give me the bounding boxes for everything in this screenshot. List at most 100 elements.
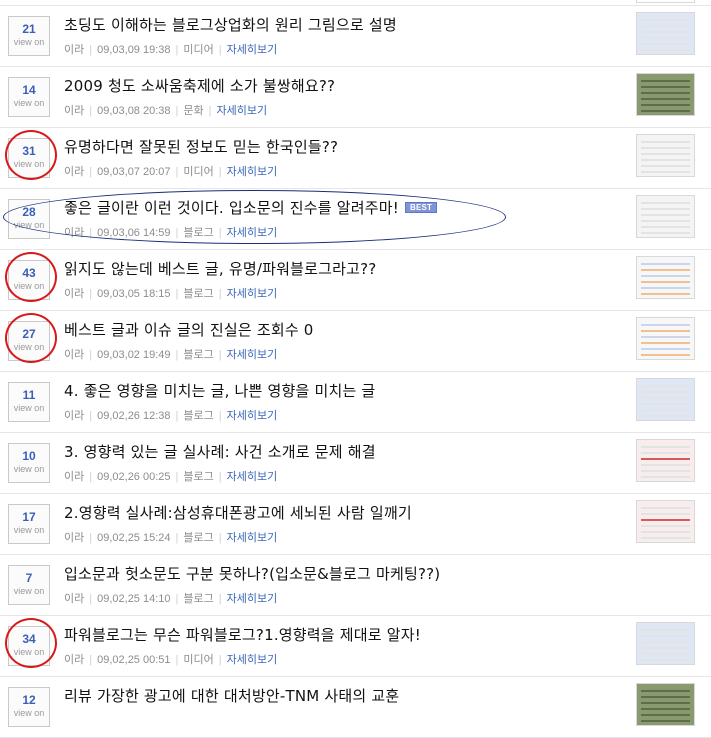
thumbnail-detail xyxy=(641,659,690,661)
view-count: 31 xyxy=(22,144,36,158)
list-item: 14 view on 2009 청도 소싸움축제에 소가 불쌍해요?? 이라 | 09,0… xyxy=(0,67,711,128)
meta-separator: | xyxy=(89,44,93,56)
view-count-badge[interactable]: 10 view on xyxy=(8,443,50,483)
post-thumbnail[interactable] xyxy=(636,439,695,482)
post-thumbnail[interactable] xyxy=(636,134,695,177)
post-title-link[interactable]: 2.영향력 실사례:삼성휴대폰광고에 세뇌된 사람 일깨기 xyxy=(64,502,412,523)
post-thumbnail[interactable] xyxy=(636,0,695,3)
view-count-badge[interactable]: 14 view on xyxy=(8,77,50,117)
thumbnail-detail xyxy=(641,86,690,88)
thumbnail-detail xyxy=(641,452,690,454)
post-title-link[interactable]: 리뷰 가장한 광고에 대한 대처방안-TNM 사태의 교훈 xyxy=(64,685,399,706)
post-meta: 이라 | 09,02,25 15:24 | 블로그 | 자세히보기 xyxy=(64,529,277,545)
post-title-link[interactable]: 유명하다면 잘못된 정보도 믿는 한국인들?? xyxy=(64,136,338,157)
post-thumbnail[interactable] xyxy=(636,12,695,55)
meta-separator: | xyxy=(89,227,93,239)
more-link[interactable]: 자세히보기 xyxy=(227,654,278,666)
view-count-badge[interactable]: 28 view on xyxy=(8,199,50,239)
post-thumbnail[interactable] xyxy=(636,622,695,665)
post-meta: 이라 | 09,03,06 14:59 | 블로그 | 자세히보기 xyxy=(64,224,277,240)
view-count-badge[interactable]: 12 view on xyxy=(8,687,50,727)
thumbnail-detail xyxy=(641,507,690,509)
post-author: 이라 xyxy=(64,227,85,239)
post-category: 블로그 xyxy=(183,471,214,483)
thumbnail-detail xyxy=(641,92,690,94)
more-link[interactable]: 자세히보기 xyxy=(227,593,278,605)
view-count-badge[interactable]: 34 view on xyxy=(8,626,50,666)
post-title-link[interactable]: 입소문과 헛소문도 구분 못하나?(입소문&블로그 마케팅??) xyxy=(64,563,440,584)
more-link[interactable]: 자세히보기 xyxy=(227,166,278,178)
view-count: 7 xyxy=(25,571,33,585)
post-thumbnail[interactable] xyxy=(636,683,695,726)
more-link[interactable]: 자세히보기 xyxy=(227,410,278,422)
meta-separator: | xyxy=(89,166,93,178)
view-on-label: view on xyxy=(13,281,45,291)
thumbnail-detail xyxy=(641,415,690,417)
more-link[interactable]: 자세히보기 xyxy=(227,44,278,56)
post-author: 이라 xyxy=(64,654,85,666)
view-count-badge[interactable]: 31 view on xyxy=(8,138,50,178)
thumbnail-detail xyxy=(641,37,690,39)
post-title-link[interactable]: 읽지도 않는데 베스트 글, 유명/파워블로그라고?? xyxy=(64,258,376,279)
meta-separator: | xyxy=(218,166,222,178)
view-count-badge[interactable]: 43 view on xyxy=(8,260,50,300)
view-count-badge[interactable]: 11 view on xyxy=(8,382,50,422)
view-count-badge[interactable]: 21 view on xyxy=(8,16,50,56)
meta-separator: | xyxy=(175,654,179,666)
thumbnail-detail xyxy=(641,208,690,210)
thumbnail-detail xyxy=(641,263,690,265)
more-link[interactable]: 자세히보기 xyxy=(227,227,278,239)
post-thumbnail[interactable] xyxy=(636,256,695,299)
thumbnail-detail xyxy=(641,702,690,704)
post-title: 초딩도 이해하는 블로그상업화의 원리 그림으로 설명 xyxy=(64,16,397,34)
view-count-badge[interactable]: 17 view on xyxy=(8,504,50,544)
thumbnail-detail xyxy=(641,19,690,21)
post-title-link[interactable]: 4. 좋은 영향을 미치는 글, 나쁜 영향을 미치는 글 xyxy=(64,380,375,401)
thumbnail-detail xyxy=(641,391,690,393)
meta-separator: | xyxy=(218,654,222,666)
view-count-badge[interactable]: 27 view on xyxy=(8,321,50,361)
list-item: 21 view on 초딩도 이해하는 블로그상업화의 원리 그림으로 설명 이라 | 0… xyxy=(0,6,711,67)
post-title-link[interactable]: 파워블로그는 무슨 파워블로그?1.영향력을 제대로 알자! xyxy=(64,624,421,645)
post-date: 09,02,26 00:25 xyxy=(97,471,171,483)
thumbnail-detail xyxy=(641,336,690,338)
more-link[interactable]: 자세히보기 xyxy=(227,471,278,483)
post-title-link[interactable]: 3. 영향력 있는 글 실사례: 사건 소개로 문제 해결 xyxy=(64,441,376,462)
post-title-link[interactable]: 좋은 글이란 이런 것이다. 입소문의 진수를 알려주마! BEST xyxy=(64,197,438,218)
more-link[interactable]: 자세히보기 xyxy=(227,532,278,544)
thumbnail-detail xyxy=(641,214,690,216)
list-item: 34 view on 파워블로그는 무슨 파워블로그?1.영향력을 제대로 알자! 이… xyxy=(0,616,711,677)
view-count-badge[interactable]: 7 view on xyxy=(8,565,50,605)
thumbnail-detail xyxy=(641,165,690,167)
view-count: 11 xyxy=(22,388,36,402)
post-thumbnail[interactable] xyxy=(636,500,695,543)
post-thumbnail[interactable] xyxy=(636,195,695,238)
more-link[interactable]: 자세히보기 xyxy=(227,349,278,361)
post-title-link[interactable]: 초딩도 이해하는 블로그상업화의 원리 그림으로 설명 xyxy=(64,14,397,35)
more-link[interactable]: 자세히보기 xyxy=(216,105,267,117)
thumbnail-detail xyxy=(641,464,690,466)
post-thumbnail[interactable] xyxy=(636,73,695,116)
meta-separator: | xyxy=(175,349,179,361)
list-item: 17 view on 2.영향력 실사례:삼성휴대폰광고에 세뇌된 사람 일깨기 이라… xyxy=(0,494,711,555)
more-link[interactable]: 자세히보기 xyxy=(227,288,278,300)
thumbnail-detail xyxy=(641,525,690,527)
view-count: 28 xyxy=(22,205,36,219)
view-count: 10 xyxy=(22,449,36,463)
meta-separator: | xyxy=(89,410,93,422)
post-thumbnail[interactable] xyxy=(636,317,695,360)
post-thumbnail[interactable] xyxy=(636,378,695,421)
post-date: 09,02,25 00:51 xyxy=(97,654,171,666)
meta-separator: | xyxy=(89,532,93,544)
post-title-link[interactable]: 2009 청도 소싸움축제에 소가 불쌍해요?? xyxy=(64,75,335,96)
thumbnail-detail xyxy=(641,153,690,155)
post-date: 09,02,25 15:24 xyxy=(97,532,171,544)
meta-separator: | xyxy=(175,410,179,422)
list-item: 12 view on 리뷰 가장한 광고에 대한 대처방안-TNM 사태의 교훈 xyxy=(0,677,711,738)
thumbnail-detail xyxy=(641,324,690,326)
post-date: 09,03,05 18:15 xyxy=(97,288,171,300)
post-category: 블로그 xyxy=(183,410,214,422)
post-title-link[interactable]: 베스트 글과 이슈 글의 진실은 조회수 0 xyxy=(64,319,314,340)
view-on-label: view on xyxy=(13,220,45,230)
meta-separator: | xyxy=(218,44,222,56)
